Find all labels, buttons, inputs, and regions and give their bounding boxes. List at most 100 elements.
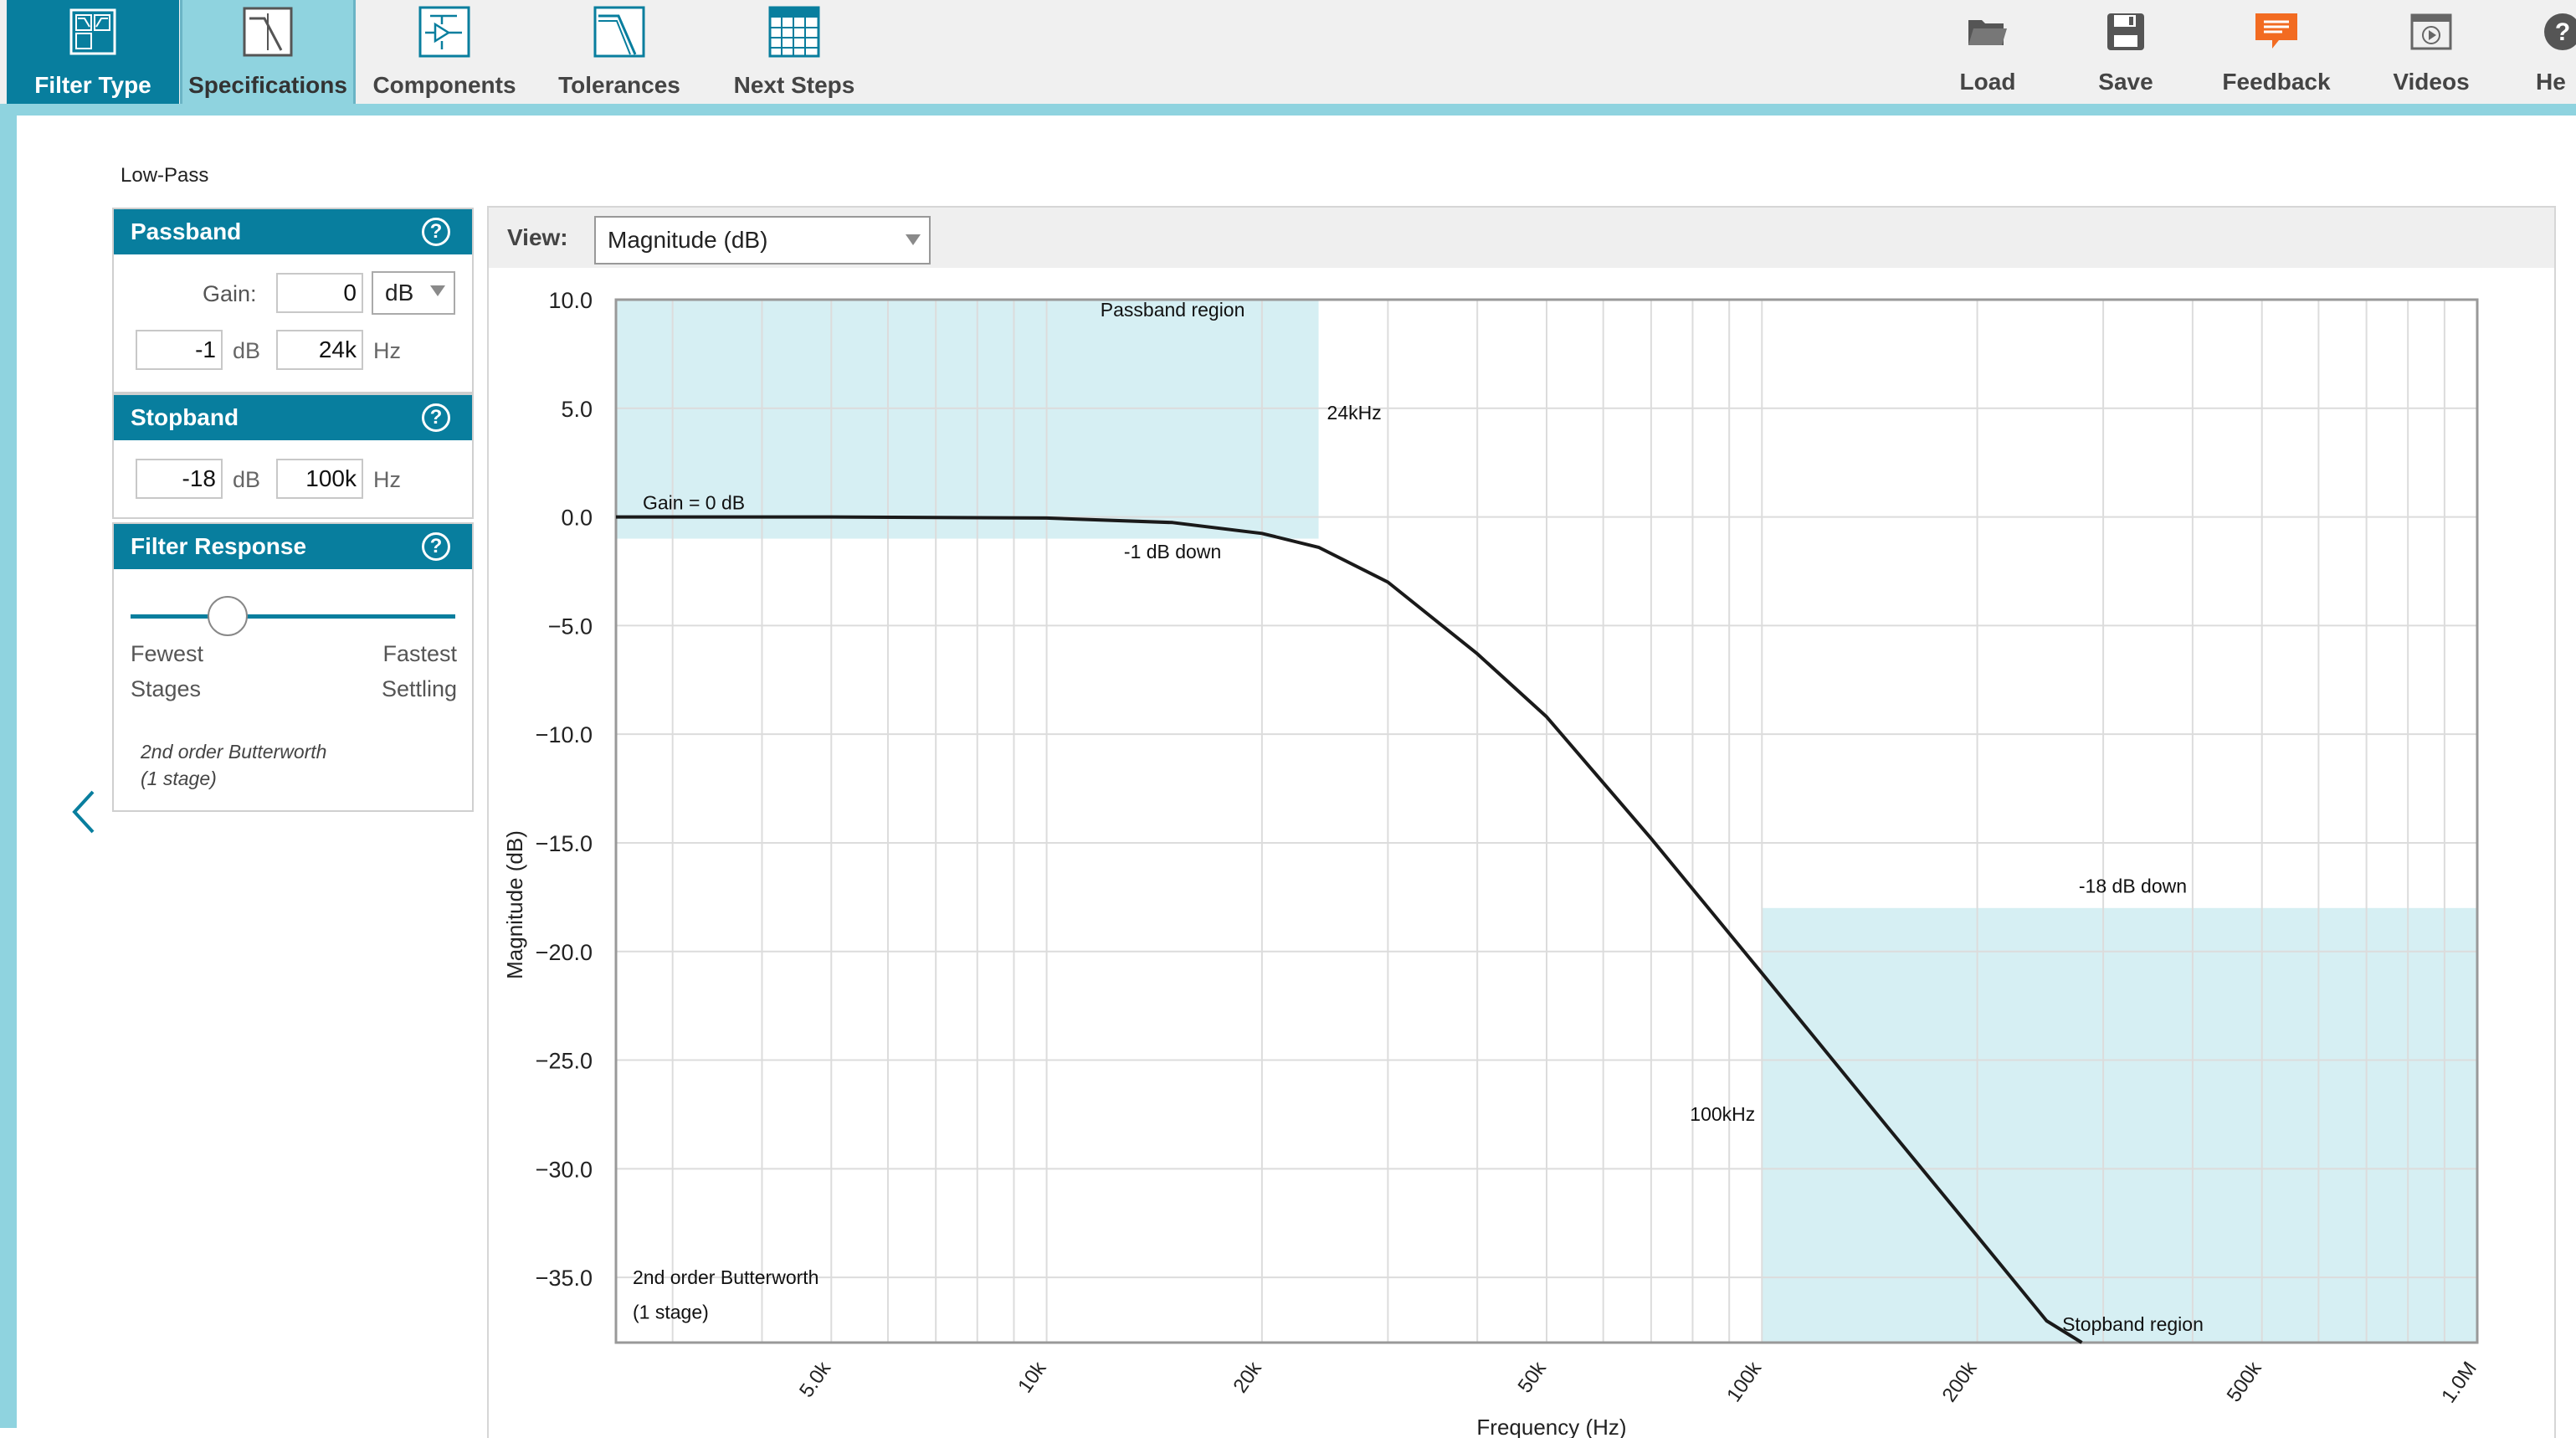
passband-down-annotation: -1 dB down [1124,541,1221,562]
passband-frequency-input[interactable] [276,330,363,370]
y-tick-label: −25.0 [536,1049,593,1074]
fewest-stages-label: Fewest Stages [131,636,203,706]
y-tick-label: −35.0 [536,1266,593,1291]
magnitude-chart: 10.0 5.0 0.0 −5.0 −10.0 −15.0 −20.0 −25.0 −30.0 −… [502,288,2481,1438]
components-icon [418,5,471,59]
label-line: Fastest [382,641,457,666]
filter-type-icon [66,5,120,59]
stopband-frequency-input[interactable] [276,459,363,499]
gain-unit-select[interactable]: dB [372,271,455,315]
y-tick-label: −15.0 [536,831,593,856]
label-line: Stages [131,676,202,701]
panel-title: Stopband [131,404,239,430]
y-tick-label: 10.0 [548,288,593,313]
y-tick-label: −20.0 [536,940,593,965]
note-line: 2nd order Butterworth [141,741,327,763]
order-annotation-line1: 2nd order Butterworth [633,1266,818,1288]
x-tick-label: 5.0k [795,1357,836,1401]
filter-order-note: 2nd order Butterworth (1 stage) [141,738,326,792]
specifications-icon [241,5,295,59]
tool-next-steps[interactable]: Next Steps [706,0,882,104]
frame-edge [0,116,17,1428]
passband-frequency-annotation: 24kHz [1327,402,1382,424]
response-slider-track[interactable] [131,614,455,619]
tool-label: Components [372,72,516,98]
response-slider-thumb[interactable] [208,596,249,636]
x-tick-label: 1.0M [2437,1358,2481,1407]
stopband-panel: Stopband ? dB Hz [112,393,474,519]
tool-specifications[interactable]: Specifications [180,0,356,106]
tool-tolerances[interactable]: Tolerances [536,0,703,104]
y-tick-label: −10.0 [536,722,593,747]
note-line: (1 stage) [141,768,217,789]
gain-input[interactable] [276,273,363,313]
x-tick-label: 200k [1938,1357,1983,1406]
video-icon [2404,5,2458,59]
tool-save[interactable]: Save [2084,0,2168,104]
tool-label: Load [1959,69,2016,95]
stopband-header: Stopband ? [114,395,472,440]
tolerances-icon [593,5,646,59]
next-steps-icon [767,5,821,59]
x-tick-label: 50k [1514,1357,1552,1397]
folder-icon [1961,5,2014,59]
passband-region-label: Passband region [1101,299,1245,321]
tool-filter-type[interactable]: Filter Type [7,0,179,104]
x-tick-label: 500k [2223,1357,2267,1406]
help-icon[interactable]: ? [422,218,450,246]
previous-step-button[interactable] [69,787,99,837]
x-tick-label: 10k [1013,1357,1051,1397]
filter-response-header: Filter Response ? [114,524,472,569]
gain-unit-value: dB [385,280,414,306]
tool-help[interactable]: ? He [2536,0,2576,104]
passband-frequency-unit: Hz [373,338,401,363]
toolbar-underline [0,104,2576,116]
x-tick-label: 100k [1722,1357,1767,1406]
stopband-region-label: Stopband region [2062,1313,2204,1335]
chevron-left-icon [72,790,95,834]
filter-response-panel: Filter Response ? Fewest Stages Fastest … [112,522,474,812]
top-toolbar: Filter Type Specifications Components To… [0,0,2576,107]
gain-annotation: Gain = 0 dB [643,491,745,513]
chart-panel: View: Magnitude (dB) 10.0 5.0 0.0 −5.0 −10.0… [487,206,2556,1438]
help-icon[interactable]: ? [422,403,450,432]
tool-label: Filter Type [34,72,151,98]
y-axis-title: Magnitude (dB) [502,830,527,979]
tool-label: He [2536,69,2566,95]
filter-subtitle: Low-Pass [121,164,209,187]
fastest-settling-label: Fastest Settling [382,636,457,706]
passband-panel: Passband ? Gain: dB dB Hz [112,208,474,393]
attenuation-unit: dB [233,467,261,492]
tool-label: Specifications [188,72,347,98]
svg-text:?: ? [2555,18,2570,46]
label-line: Settling [381,676,457,701]
stopband-down-annotation: -18 dB down [2079,876,2187,897]
x-axis-title: Frequency (Hz) [1476,1415,1626,1438]
tool-components[interactable]: Components [357,0,532,104]
stopband-frequency-unit: Hz [373,467,401,492]
help-icon[interactable]: ? [422,532,450,561]
tool-label: Feedback [2222,69,2331,95]
panel-title: Passband [131,218,242,244]
stopband-frequency-annotation: 100kHz [1690,1103,1755,1125]
help-icon: ? [2536,5,2576,59]
label-line: Fewest [131,641,204,666]
y-tick-label: −30.0 [536,1157,593,1182]
passband-ripple-input[interactable] [136,330,223,370]
y-tick-label: 5.0 [561,397,593,422]
gain-label: Gain: [203,281,257,306]
tool-videos[interactable]: Videos [2385,0,2477,104]
y-tick-label: −5.0 [548,614,593,639]
order-annotation-line2: (1 stage) [633,1301,709,1322]
dropdown-arrow-icon [430,285,445,296]
tool-feedback[interactable]: Feedback [2201,0,2352,104]
tool-label: Save [2098,69,2153,95]
tool-label: Tolerances [558,72,680,98]
y-tick-label: 0.0 [561,506,593,531]
tool-load[interactable]: Load [1942,0,2034,104]
tool-label: Next Steps [733,72,855,98]
panel-title: Filter Response [131,533,307,559]
ripple-unit: dB [233,338,261,363]
floppy-disk-icon [2099,5,2153,59]
stopband-attenuation-input[interactable] [136,459,223,499]
